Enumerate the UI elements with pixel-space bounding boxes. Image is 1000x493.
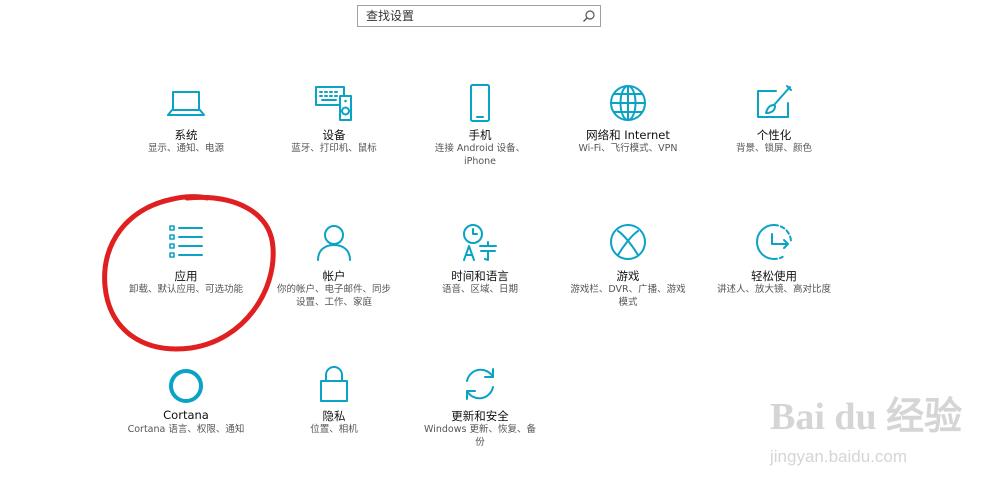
tile-desc: Wi-Fi、飞行模式、VPN (578, 143, 678, 154)
tile-system[interactable]: 系统 显示、通知、电源 (106, 80, 266, 170)
tile-desc: 位置、相机 (310, 424, 358, 435)
time-language-icon (463, 224, 497, 261)
tile-personalization[interactable]: 个性化 背景、锁屏、颜色 (694, 80, 854, 170)
watermark-brand: Bai du 经验 (770, 396, 963, 438)
update-icon (466, 368, 494, 400)
tile-accounts[interactable]: 帐户 你的帐户、电子邮件、同步 设置、工作、家庭 (254, 222, 414, 312)
tile-privacy[interactable]: 隐私 位置、相机 (254, 362, 414, 452)
tile-name: 轻松使用 (751, 269, 797, 283)
person-icon (317, 225, 351, 261)
tile-time-language[interactable]: 时间和语言 语音、区域、日期 (400, 222, 560, 312)
apps-list-icon (169, 225, 203, 258)
baidu-watermark: Bai du 经验 jingyan.baidu.com (760, 385, 990, 485)
xbox-icon (610, 224, 646, 260)
tile-desc: 你的帐户、电子邮件、同步 设置、工作、家庭 (276, 284, 391, 308)
search-input[interactable] (358, 6, 578, 26)
tile-name: 手机 (468, 128, 492, 142)
phone-icon (470, 84, 490, 122)
tile-gaming[interactable]: 游戏 游戏栏、DVR、广播、游戏 模式 (548, 222, 708, 312)
tile-desc: 讲述人、放大镜、高对比度 (716, 284, 831, 295)
lock-icon (320, 366, 348, 402)
tile-name: 设备 (322, 128, 346, 142)
cortana-icon (169, 369, 203, 403)
tile-name: 游戏 (616, 269, 640, 283)
tile-phone[interactable]: 手机 连接 Android 设备、 iPhone (400, 80, 560, 170)
tile-name: 个性化 (756, 128, 792, 142)
tile-update-security[interactable]: 更新和安全 Windows 更新、恢复、备 份 (400, 362, 560, 452)
watermark-url: jingyan.baidu.com (770, 447, 908, 466)
tile-cortana[interactable]: Cortana Cortana 语言、权限、通知 (106, 362, 266, 452)
tile-devices[interactable]: 设备 蓝牙、打印机、鼠标 (254, 80, 414, 170)
tile-desc: 蓝牙、打印机、鼠标 (291, 143, 377, 154)
tile-name: 帐户 (322, 269, 346, 283)
tile-desc: Windows 更新、恢复、备 份 (424, 424, 536, 448)
tile-desc: 背景、锁屏、颜色 (735, 143, 812, 154)
tile-desc: 卸载、默认应用、可选功能 (128, 284, 243, 295)
tile-network[interactable]: 网络和 Internet Wi-Fi、飞行模式、VPN (548, 80, 708, 170)
tile-name: Cortana (163, 408, 209, 422)
tile-desc: 游戏栏、DVR、广播、游戏 模式 (570, 284, 686, 308)
laptop-icon (167, 91, 205, 116)
personalization-icon (757, 85, 792, 118)
tile-name: 时间和语言 (451, 269, 509, 283)
tile-name: 更新和安全 (451, 409, 509, 423)
globe-icon (610, 85, 646, 121)
search-icon[interactable] (582, 9, 596, 23)
tile-desc: Cortana 语言、权限、通知 (127, 424, 245, 435)
tile-name: 网络和 Internet (586, 128, 670, 142)
devices-icon (315, 86, 352, 121)
tile-desc: 连接 Android 设备、 iPhone (434, 143, 526, 167)
ease-of-access-icon (756, 224, 792, 261)
tile-desc: 显示、通知、电源 (147, 143, 224, 154)
tile-desc: 语音、区域、日期 (441, 284, 518, 295)
tile-ease-of-access[interactable]: 轻松使用 讲述人、放大镜、高对比度 (694, 222, 854, 312)
tile-name: 系统 (174, 128, 198, 142)
search-box[interactable] (357, 5, 601, 27)
tile-name: 应用 (174, 269, 198, 283)
tile-name: 隐私 (322, 409, 346, 423)
tile-apps[interactable]: 应用 卸载、默认应用、可选功能 (106, 222, 266, 312)
